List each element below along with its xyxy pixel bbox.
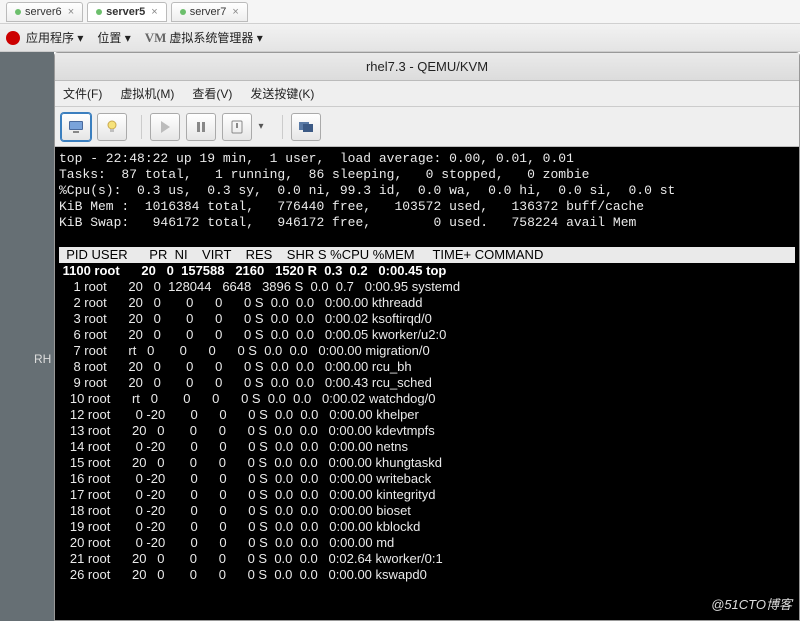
power-icon xyxy=(229,119,245,135)
gnome-top-bar: 应用程序 ▾ 位置 ▾ VM虚拟系统管理器 ▾ xyxy=(0,24,800,52)
process-row: 1 root 20 0 128044 6648 3896 S 0.0 0.7 0… xyxy=(59,279,795,295)
lightbulb-icon xyxy=(104,119,120,135)
process-row: 17 root 0 -20 0 0 0 S 0.0 0.0 0:00.00 ki… xyxy=(59,487,795,503)
process-header-row: PID USER PR NI VIRT RES SHR S %CPU %MEM … xyxy=(59,247,795,263)
play-button[interactable] xyxy=(150,113,180,141)
process-row: 6 root 20 0 0 0 0 S 0.0 0.0 0:00.05 kwor… xyxy=(59,327,795,343)
tab-label: server6 xyxy=(25,6,62,18)
tab-label: server5 xyxy=(106,6,145,18)
toolbar-separator xyxy=(141,115,142,139)
status-dot-icon xyxy=(15,9,21,15)
process-row: 8 root 20 0 0 0 0 S 0.0 0.0 0:00.00 rcu_… xyxy=(59,359,795,375)
places-menu[interactable]: 位置 ▾ xyxy=(97,29,130,46)
pause-button[interactable] xyxy=(186,113,216,141)
shutdown-button[interactable] xyxy=(222,113,252,141)
menu-vm[interactable]: 虚拟机(M) xyxy=(120,85,174,102)
process-row: 1100 root 20 0 157588 2160 1520 R 0.3 0.… xyxy=(59,263,795,279)
process-row: 16 root 0 -20 0 0 0 S 0.0 0.0 0:00.00 wr… xyxy=(59,471,795,487)
vm-console-window: rhel7.3 - QEMU/KVM 文件(F) 虚拟机(M) 查看(V) 发送… xyxy=(54,52,800,621)
process-row: 12 root 0 -20 0 0 0 S 0.0 0.0 0:00.00 kh… xyxy=(59,407,795,423)
fullscreen-icon xyxy=(298,119,314,135)
process-row: 18 root 0 -20 0 0 0 S 0.0 0.0 0:00.00 bi… xyxy=(59,503,795,519)
connection-tab[interactable]: server7 × xyxy=(171,2,248,22)
connection-tab[interactable]: server6 × xyxy=(6,2,83,22)
console-button[interactable] xyxy=(61,113,91,141)
process-row: 20 root 0 -20 0 0 0 S 0.0 0.0 0:00.00 md xyxy=(59,535,795,551)
info-button[interactable] xyxy=(97,113,127,141)
status-dot-icon xyxy=(96,9,102,15)
vmm-icon: VM xyxy=(145,30,167,45)
apps-menu[interactable]: 应用程序 ▾ xyxy=(26,29,83,46)
shutdown-dropdown[interactable]: ▾ xyxy=(254,121,268,132)
terminal-output[interactable]: top - 22:48:22 up 19 min, 1 user, load a… xyxy=(55,147,799,620)
process-row: 9 root 20 0 0 0 0 S 0.0 0.0 0:00.43 rcu_… xyxy=(59,375,795,391)
process-row: 26 root 20 0 0 0 0 S 0.0 0.0 0:00.00 ksw… xyxy=(59,567,795,583)
close-icon[interactable]: × xyxy=(151,6,157,18)
status-dot-icon xyxy=(180,9,186,15)
vmm-menu[interactable]: VM虚拟系统管理器 ▾ xyxy=(145,29,263,46)
process-row: 2 root 20 0 0 0 0 S 0.0 0.0 0:00.00 kthr… xyxy=(59,295,795,311)
connection-tab[interactable]: server5 × xyxy=(87,2,167,22)
close-icon[interactable]: × xyxy=(232,6,238,18)
play-icon xyxy=(157,119,173,135)
connection-tabs: server6 × server5 × server7 × xyxy=(0,0,800,24)
process-row: 14 root 0 -20 0 0 0 S 0.0 0.0 0:00.00 ne… xyxy=(59,439,795,455)
watermark: @51CTO博客 xyxy=(711,594,792,613)
process-row: 13 root 20 0 0 0 0 S 0.0 0.0 0:00.00 kde… xyxy=(59,423,795,439)
menu-view[interactable]: 查看(V) xyxy=(192,85,232,102)
process-row: 15 root 20 0 0 0 0 S 0.0 0.0 0:00.00 khu… xyxy=(59,455,795,471)
process-row: 7 root rt 0 0 0 0 S 0.0 0.0 0:00.00 migr… xyxy=(59,343,795,359)
toolbar-separator xyxy=(282,115,283,139)
process-row: 3 root 20 0 0 0 0 S 0.0 0.0 0:00.02 ksof… xyxy=(59,311,795,327)
process-row: 21 root 20 0 0 0 0 S 0.0 0.0 0:02.64 kwo… xyxy=(59,551,795,567)
redhat-logo-icon xyxy=(6,31,20,45)
monitor-icon xyxy=(68,119,84,135)
fullscreen-button[interactable] xyxy=(291,113,321,141)
menu-file[interactable]: 文件(F) xyxy=(63,85,102,102)
vm-toolbar: ▾ xyxy=(55,107,799,147)
process-row: 10 root rt 0 0 0 0 S 0.0 0.0 0:00.02 wat… xyxy=(59,391,795,407)
window-menubar: 文件(F) 虚拟机(M) 查看(V) 发送按键(K) xyxy=(55,81,799,107)
tab-label: server7 xyxy=(190,6,227,18)
side-label: RH xyxy=(34,352,51,366)
close-icon[interactable]: × xyxy=(68,6,74,18)
process-row: 19 root 0 -20 0 0 0 S 0.0 0.0 0:00.00 kb… xyxy=(59,519,795,535)
menu-sendkey[interactable]: 发送按键(K) xyxy=(250,85,314,102)
desktop-background: RH xyxy=(0,52,54,621)
window-titlebar: rhel7.3 - QEMU/KVM xyxy=(55,53,799,81)
pause-icon xyxy=(193,119,209,135)
